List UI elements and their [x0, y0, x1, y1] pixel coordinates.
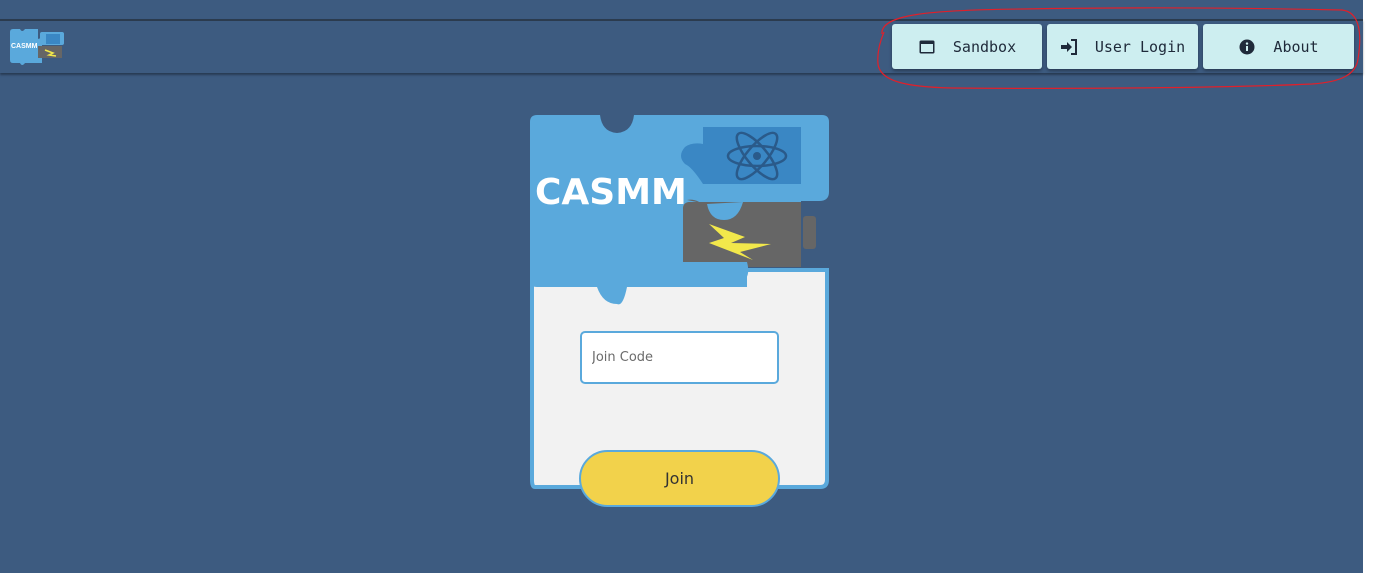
casmm-logo[interactable]: CASMM [8, 29, 68, 65]
card-title: CASMM [535, 172, 687, 213]
user-login-button[interactable]: User Login [1047, 24, 1198, 69]
join-button[interactable]: Join [579, 450, 780, 507]
sign-in-icon [1060, 38, 1078, 55]
logo-text: CASMM [11, 43, 38, 50]
info-circle-icon [1238, 39, 1256, 55]
right-margin [1363, 0, 1375, 573]
sandbox-button-label: Sandbox [952, 37, 1017, 56]
join-card [530, 115, 829, 489]
about-button-label: About [1273, 37, 1319, 56]
user-login-button-label: User Login [1094, 37, 1186, 56]
about-button[interactable]: About [1203, 24, 1354, 69]
join-code-input[interactable] [580, 331, 779, 384]
window-icon [918, 39, 936, 55]
sandbox-button[interactable]: Sandbox [892, 24, 1042, 69]
navbar: CASMM Sandbox User Login About [0, 19, 1363, 73]
